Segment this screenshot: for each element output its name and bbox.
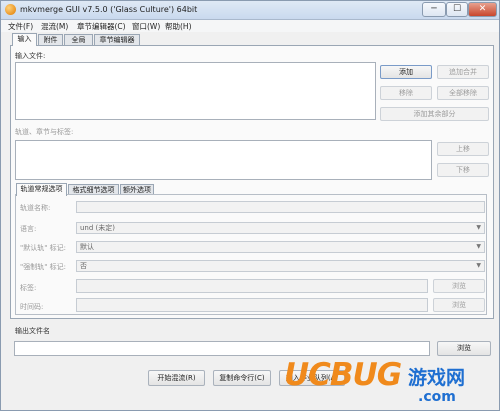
remove-button[interactable]: 移除 xyxy=(380,86,432,100)
maximize-button[interactable]: ☐ xyxy=(446,2,468,17)
tags-label: 标签: xyxy=(20,284,37,292)
watermark-ucbug-text: UCBUG xyxy=(284,357,402,393)
tracks-list[interactable] xyxy=(15,140,432,180)
input-files-label: 输入文件: xyxy=(15,52,46,60)
menu-mux[interactable]: 混流(M) xyxy=(41,21,68,32)
minimize-icon: ─ xyxy=(431,4,437,14)
append-button[interactable]: 追加合并 xyxy=(437,65,489,79)
minimize-button[interactable]: ─ xyxy=(422,2,446,17)
menu-bar: 文件(F) 混流(M) 章节编辑器(C) 窗口(W) 帮助(H) xyxy=(1,20,499,32)
language-value: und (未定) xyxy=(80,224,116,232)
menu-file[interactable]: 文件(F) xyxy=(8,21,33,32)
tracks-label: 轨道、章节与标签: xyxy=(15,128,74,136)
close-button[interactable]: ✕ xyxy=(468,2,497,17)
forced-flag-select[interactable]: 否 ▼ xyxy=(76,260,485,272)
input-files-list[interactable] xyxy=(15,62,376,120)
subtab-general-track-options[interactable]: 轨道常规选项 xyxy=(16,183,67,196)
tags-input[interactable] xyxy=(76,279,428,293)
mkvmerge-window: mkvmerge GUI v7.5.0 ('Glass Culture') 64… xyxy=(0,0,500,411)
add-other-parts-button[interactable]: 添加其余部分 xyxy=(380,107,489,121)
watermark-com-text: .com xyxy=(418,389,456,405)
tags-browse-button[interactable]: 浏览 xyxy=(433,279,485,293)
title-bar[interactable]: mkvmerge GUI v7.5.0 ('Glass Culture') 64… xyxy=(1,1,499,20)
timecodes-browse-button[interactable]: 浏览 xyxy=(433,298,485,312)
watermark-cn-text: 游戏网 xyxy=(408,367,466,389)
app-icon xyxy=(5,4,16,15)
forced-flag-label: "强制轨" 标记: xyxy=(20,263,67,271)
chevron-down-icon: ▼ xyxy=(476,243,481,250)
forced-flag-value: 否 xyxy=(80,262,87,270)
output-browse-button[interactable]: 浏览 xyxy=(437,341,491,356)
chevron-down-icon: ▼ xyxy=(476,262,481,269)
window-title: mkvmerge GUI v7.5.0 ('Glass Culture') 64… xyxy=(20,5,198,14)
menu-window[interactable]: 窗口(W) xyxy=(132,21,160,32)
close-icon: ✕ xyxy=(478,4,487,14)
output-filename-label: 输出文件名 xyxy=(15,327,50,335)
copy-command-line-button[interactable]: 复制命令行(C) xyxy=(213,370,271,386)
language-select[interactable]: und (未定) ▼ xyxy=(76,222,485,234)
track-name-input[interactable] xyxy=(76,201,485,213)
ucbug-watermark-logo: UCBUG 游戏网 .com xyxy=(284,355,494,410)
output-filename-input[interactable] xyxy=(14,341,430,356)
start-muxing-button[interactable]: 开始混流(R) xyxy=(148,370,205,386)
menu-help[interactable]: 帮助(H) xyxy=(165,21,192,32)
track-name-label: 轨道名称: xyxy=(20,204,51,212)
default-flag-value: 默认 xyxy=(80,243,94,251)
timecodes-input[interactable] xyxy=(76,298,428,312)
maximize-icon: ☐ xyxy=(452,4,462,14)
timecodes-label: 时间码: xyxy=(20,303,44,311)
default-flag-label: "默认轨" 标记: xyxy=(20,244,67,252)
tab-input[interactable]: 输入 xyxy=(12,33,37,46)
remove-all-button[interactable]: 全部移除 xyxy=(437,86,489,100)
move-up-button[interactable]: 上移 xyxy=(437,142,489,156)
default-flag-select[interactable]: 默认 ▼ xyxy=(76,241,485,253)
chevron-down-icon: ▼ xyxy=(476,224,481,231)
move-down-button[interactable]: 下移 xyxy=(437,163,489,177)
add-button[interactable]: 添加 xyxy=(380,65,432,79)
language-label: 语言: xyxy=(20,225,37,233)
menu-chapter-editor[interactable]: 章节编辑器(C) xyxy=(77,21,126,32)
